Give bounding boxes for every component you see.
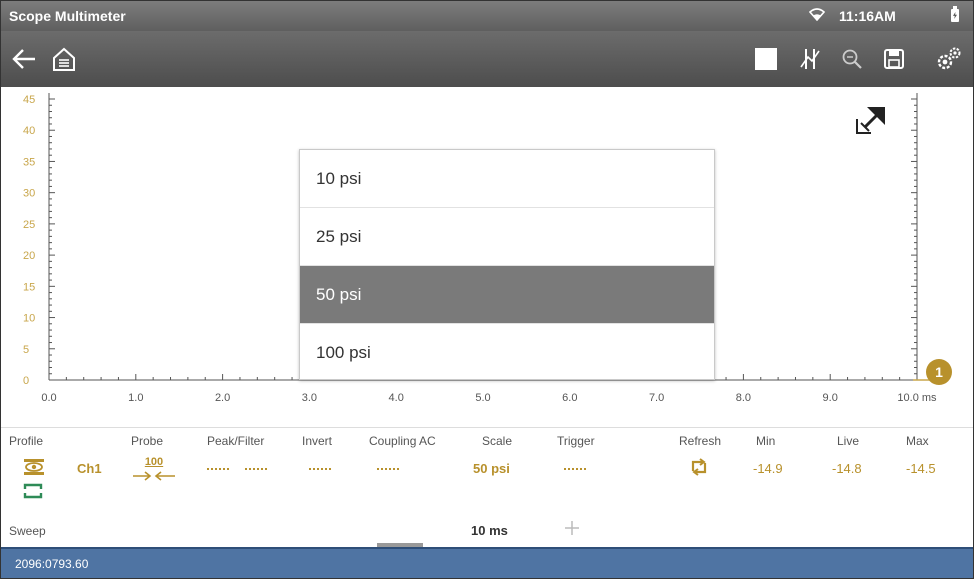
- settings-icon[interactable]: [929, 31, 969, 87]
- y-tick-label: 15: [23, 281, 35, 293]
- y-tick-label: 5: [23, 344, 29, 356]
- y-tick-label: 25: [23, 219, 35, 231]
- x-tick-label: 7.0: [649, 392, 664, 404]
- coupling-control[interactable]: [377, 468, 399, 470]
- zoom-icon[interactable]: [835, 31, 869, 87]
- probe-value: 100: [144, 456, 164, 468]
- add-icon[interactable]: [564, 520, 580, 541]
- scale-option-25psi[interactable]: 25 psi: [300, 208, 714, 266]
- x-tick-label: 9.0: [823, 392, 838, 404]
- refresh-header: Refresh: [679, 434, 722, 448]
- status-bar: 2096:0793.60: [1, 547, 973, 578]
- x-tick-label: 6.0: [562, 392, 577, 404]
- probe-control[interactable]: 100: [131, 456, 177, 486]
- max-value: -14.5: [906, 461, 936, 476]
- profile-eye-icon[interactable]: [23, 458, 45, 481]
- x-tick-label: 2.0: [215, 392, 230, 404]
- trigger-control[interactable]: [564, 468, 586, 470]
- sweep-value[interactable]: 10 ms: [471, 523, 508, 538]
- peak-control[interactable]: [207, 468, 229, 470]
- probe-arrows-icon: [133, 471, 175, 481]
- x-tick-label: 4.0: [389, 392, 404, 404]
- sweep-label: Sweep: [9, 524, 46, 538]
- invert-header: Invert: [302, 434, 333, 448]
- battery-icon: [951, 6, 959, 22]
- y-tick-label: 35: [23, 156, 35, 168]
- x-tick-label: 10.0 ms: [897, 392, 937, 404]
- y-tick-label: 0: [23, 375, 29, 387]
- min-header: Min: [756, 434, 776, 448]
- x-tick-label: 0.0: [41, 392, 56, 404]
- x-tick-label: 3.0: [302, 392, 317, 404]
- invert-control[interactable]: [309, 468, 331, 470]
- clock: 11:16AM: [839, 8, 896, 24]
- scale-dropdown: 10 psi 25 psi 50 psi 100 psi: [299, 149, 715, 380]
- back-arrow-icon[interactable]: [7, 31, 41, 87]
- x-tick-label: 1.0: [128, 392, 143, 404]
- y-tick-label: 45: [23, 94, 35, 106]
- y-tick-label: 30: [23, 188, 35, 200]
- live-header: Live: [837, 434, 860, 448]
- scale-option-100psi[interactable]: 100 psi: [300, 324, 714, 381]
- filter-control[interactable]: [245, 468, 267, 470]
- y-tick-label: 10: [23, 313, 35, 325]
- status-text: 2096:0793.60: [15, 557, 89, 571]
- scale-value[interactable]: 50 psi: [473, 461, 510, 476]
- coupling-header: Coupling AC: [369, 434, 436, 448]
- app-title: Scope Multimeter: [9, 8, 126, 24]
- y-tick-label: 40: [23, 125, 35, 137]
- x-tick-label: 5.0: [475, 392, 490, 404]
- channel-label[interactable]: Ch1: [77, 461, 102, 476]
- scale-option-50psi[interactable]: 50 psi: [300, 266, 714, 324]
- profile-header: Profile: [9, 434, 44, 448]
- trigger-header: Trigger: [557, 434, 595, 448]
- cursor-icon[interactable]: [793, 31, 827, 87]
- scale-header: Scale: [482, 434, 513, 448]
- live-value: -14.8: [832, 461, 862, 476]
- stop-icon[interactable]: [749, 31, 783, 87]
- peak-filter-header: Peak/Filter: [207, 434, 265, 448]
- channel-controls: Profile Probe Peak/Filter Invert Couplin…: [1, 427, 973, 546]
- wifi-icon: [808, 7, 826, 25]
- refresh-icon[interactable]: [689, 457, 709, 482]
- x-tick-label: 8.0: [736, 392, 751, 404]
- save-icon[interactable]: [877, 31, 911, 87]
- max-header: Max: [906, 434, 929, 448]
- home-icon[interactable]: [47, 31, 81, 87]
- scale-option-10psi[interactable]: 10 psi: [300, 150, 714, 208]
- toolbar: [1, 31, 973, 87]
- title-bar: Scope Multimeter 11:16AM: [1, 1, 973, 31]
- channel-marker-label: 1: [935, 364, 943, 380]
- y-tick-label: 20: [23, 250, 35, 262]
- app-window: Scope Multimeter 11:16AM 45 40 35 30 25 …: [0, 0, 974, 579]
- channel-color-icon[interactable]: [23, 483, 43, 504]
- probe-header: Probe: [131, 434, 164, 448]
- expand-icon[interactable]: [853, 99, 893, 144]
- min-value: -14.9: [753, 461, 783, 476]
